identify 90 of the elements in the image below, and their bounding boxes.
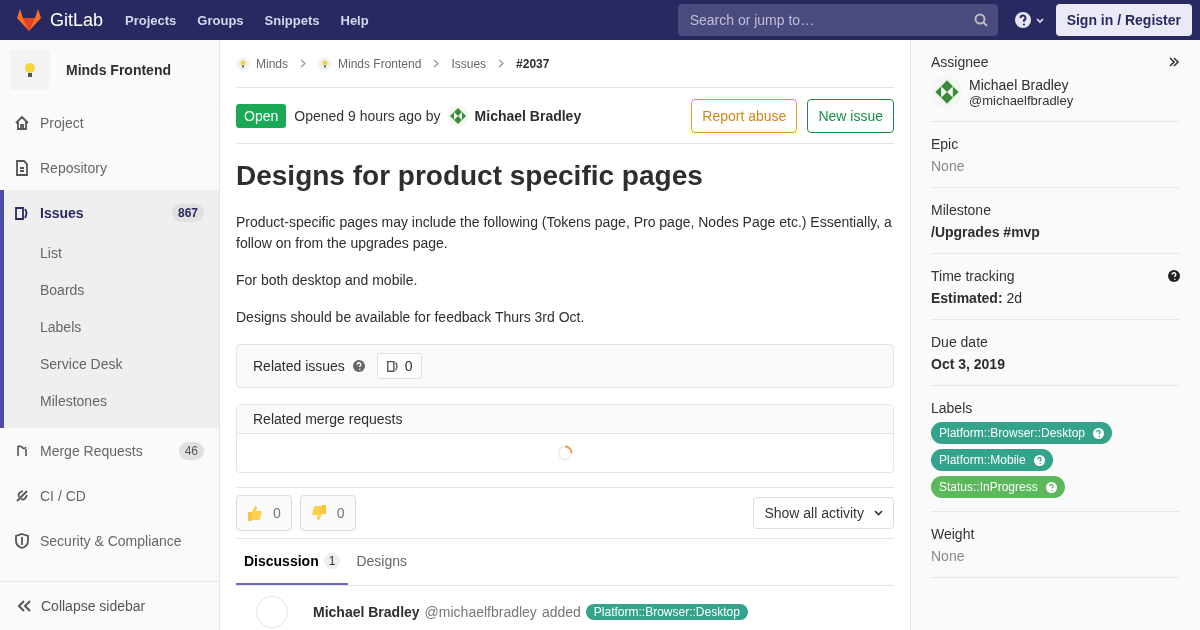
nav-link[interactable]: Groups [197,12,244,28]
count-badge: 867 [171,203,204,222]
section-heading: Due date [931,334,988,350]
tab[interactable]: Discussion 1 [236,539,349,585]
document-icon [14,159,30,176]
section-value: None [931,158,966,174]
nav-link[interactable]: Projects [125,12,177,28]
sidebar-item[interactable]: Issues 867 [4,190,219,235]
description-paragraph: Product-specific pages may include the following (Tokens page, Pro page, Nodes Page etc.) Essentially, a follow on from the upgrades page. [236,213,893,253]
description-paragraph: Designs should be available for feedback Thurs 3rd Oct. [236,308,586,327]
issue-title: Designs for product specific pages [236,160,704,192]
issues-icon [385,359,400,373]
nav-link[interactable]: Help [340,12,369,28]
breadcrumb-link[interactable]: #2037 [516,56,550,71]
estimate-label: Estimated: [931,290,1003,306]
sidebar-subitem[interactable]: Labels [4,309,219,346]
assignee-handle: @michaelfbradley [969,92,1074,108]
section-heading: Time tracking [931,268,1015,284]
bulb-icon [318,56,332,71]
sidebar-subitem[interactable]: Service Desk [4,346,219,383]
project-name[interactable]: Minds Frontend [66,62,171,78]
count-badge: 46 [178,441,204,460]
sidebar-item[interactable]: Security & Compliance [4,518,219,563]
section-heading: Milestone [931,202,991,218]
thumbs-up-button[interactable]: 0 [236,495,292,531]
house-icon [14,114,30,131]
fox-logo-icon[interactable] [16,8,42,32]
panel-title: Related issues [253,358,345,374]
double-chevron-icon [16,599,32,613]
activity-filter-dropdown[interactable]: Show all activity [753,497,894,529]
avatar-icon [931,76,963,108]
status-badge: Open [236,103,287,128]
section-heading: Epic [931,136,959,152]
assignee-name[interactable]: Michael Bradley [969,76,1074,93]
issue-count: 0 [404,358,413,374]
sidebar-item[interactable]: Repository [4,145,219,190]
issues-icon [14,204,30,221]
label-tag[interactable]: Platform::Browser::Desktop [585,604,748,620]
caret-icon [874,510,883,516]
search-field[interactable]: Search or jump to… [677,4,998,36]
loading-spinner-icon [557,445,573,461]
bulb-icon [10,50,50,90]
estimate-value: 2d [1006,290,1023,306]
chevron-icon [433,59,440,68]
count-badge: 1 [323,553,341,569]
sidebar-subitem[interactable]: Milestones [4,383,219,420]
help-icon[interactable] [1168,270,1180,282]
logo-text[interactable]: GitLab [50,9,104,31]
breadcrumb-link[interactable]: Minds Frontend [338,56,422,71]
new-issue-button[interactable]: New issue [807,98,894,133]
note-author[interactable]: Michael Bradley [313,604,420,620]
sidebar-subitem[interactable]: List [4,235,219,272]
breadcrumb-link[interactable]: Issues [451,56,487,71]
section-value: Oct 3, 2019 [931,356,1006,372]
section-heading: Weight [931,526,975,542]
shield-icon [14,532,30,549]
nav-link[interactable]: Snippets [264,12,320,28]
description-paragraph: For both desktop and mobile. [236,271,419,290]
bulb-icon [236,56,250,71]
breadcrumb-link[interactable]: Minds [256,56,288,71]
sidebar-item[interactable]: Merge Requests 46 [4,428,219,473]
label-tag[interactable]: Platform::Mobile [931,449,1053,471]
section-value: /Upgrades #mvp [931,224,1041,240]
double-chevron-icon[interactable] [1168,56,1180,68]
chevron-icon [498,59,505,68]
sidebar-subitem[interactable]: Boards [4,272,219,309]
thumbs-down-button[interactable]: 0 [299,495,356,531]
note-action: added [541,604,581,620]
section-value: None [931,548,966,564]
sidebar-item[interactable]: Project [4,100,219,145]
tab[interactable]: Designs [348,539,415,585]
help-icon [1093,427,1105,439]
note-handle: @michaelfbradley [424,604,537,620]
label-tag[interactable]: Platform::Browser::Desktop [931,422,1113,444]
search-input[interactable]: Search or jump to… [687,11,974,29]
merge-request-icon [14,442,30,459]
sign-in-button[interactable]: Sign in / Register [1055,4,1192,36]
author-name[interactable]: Michael Bradley [474,107,582,124]
avatar-icon [446,104,469,127]
sidebar-item[interactable]: CI / CD [4,473,219,518]
panel-title: Related merge requests [253,411,403,427]
section-heading: Labels [931,400,973,416]
thumbs-up-icon [247,504,263,522]
thumbs-down-icon [310,504,327,522]
help-icon [1045,481,1057,493]
help-icon [1033,454,1045,466]
search-icon [973,13,988,27]
opened-text: Opened 9 hours ago by [294,107,441,124]
section-heading: Assignee [931,54,989,70]
chevron-icon [300,59,306,68]
